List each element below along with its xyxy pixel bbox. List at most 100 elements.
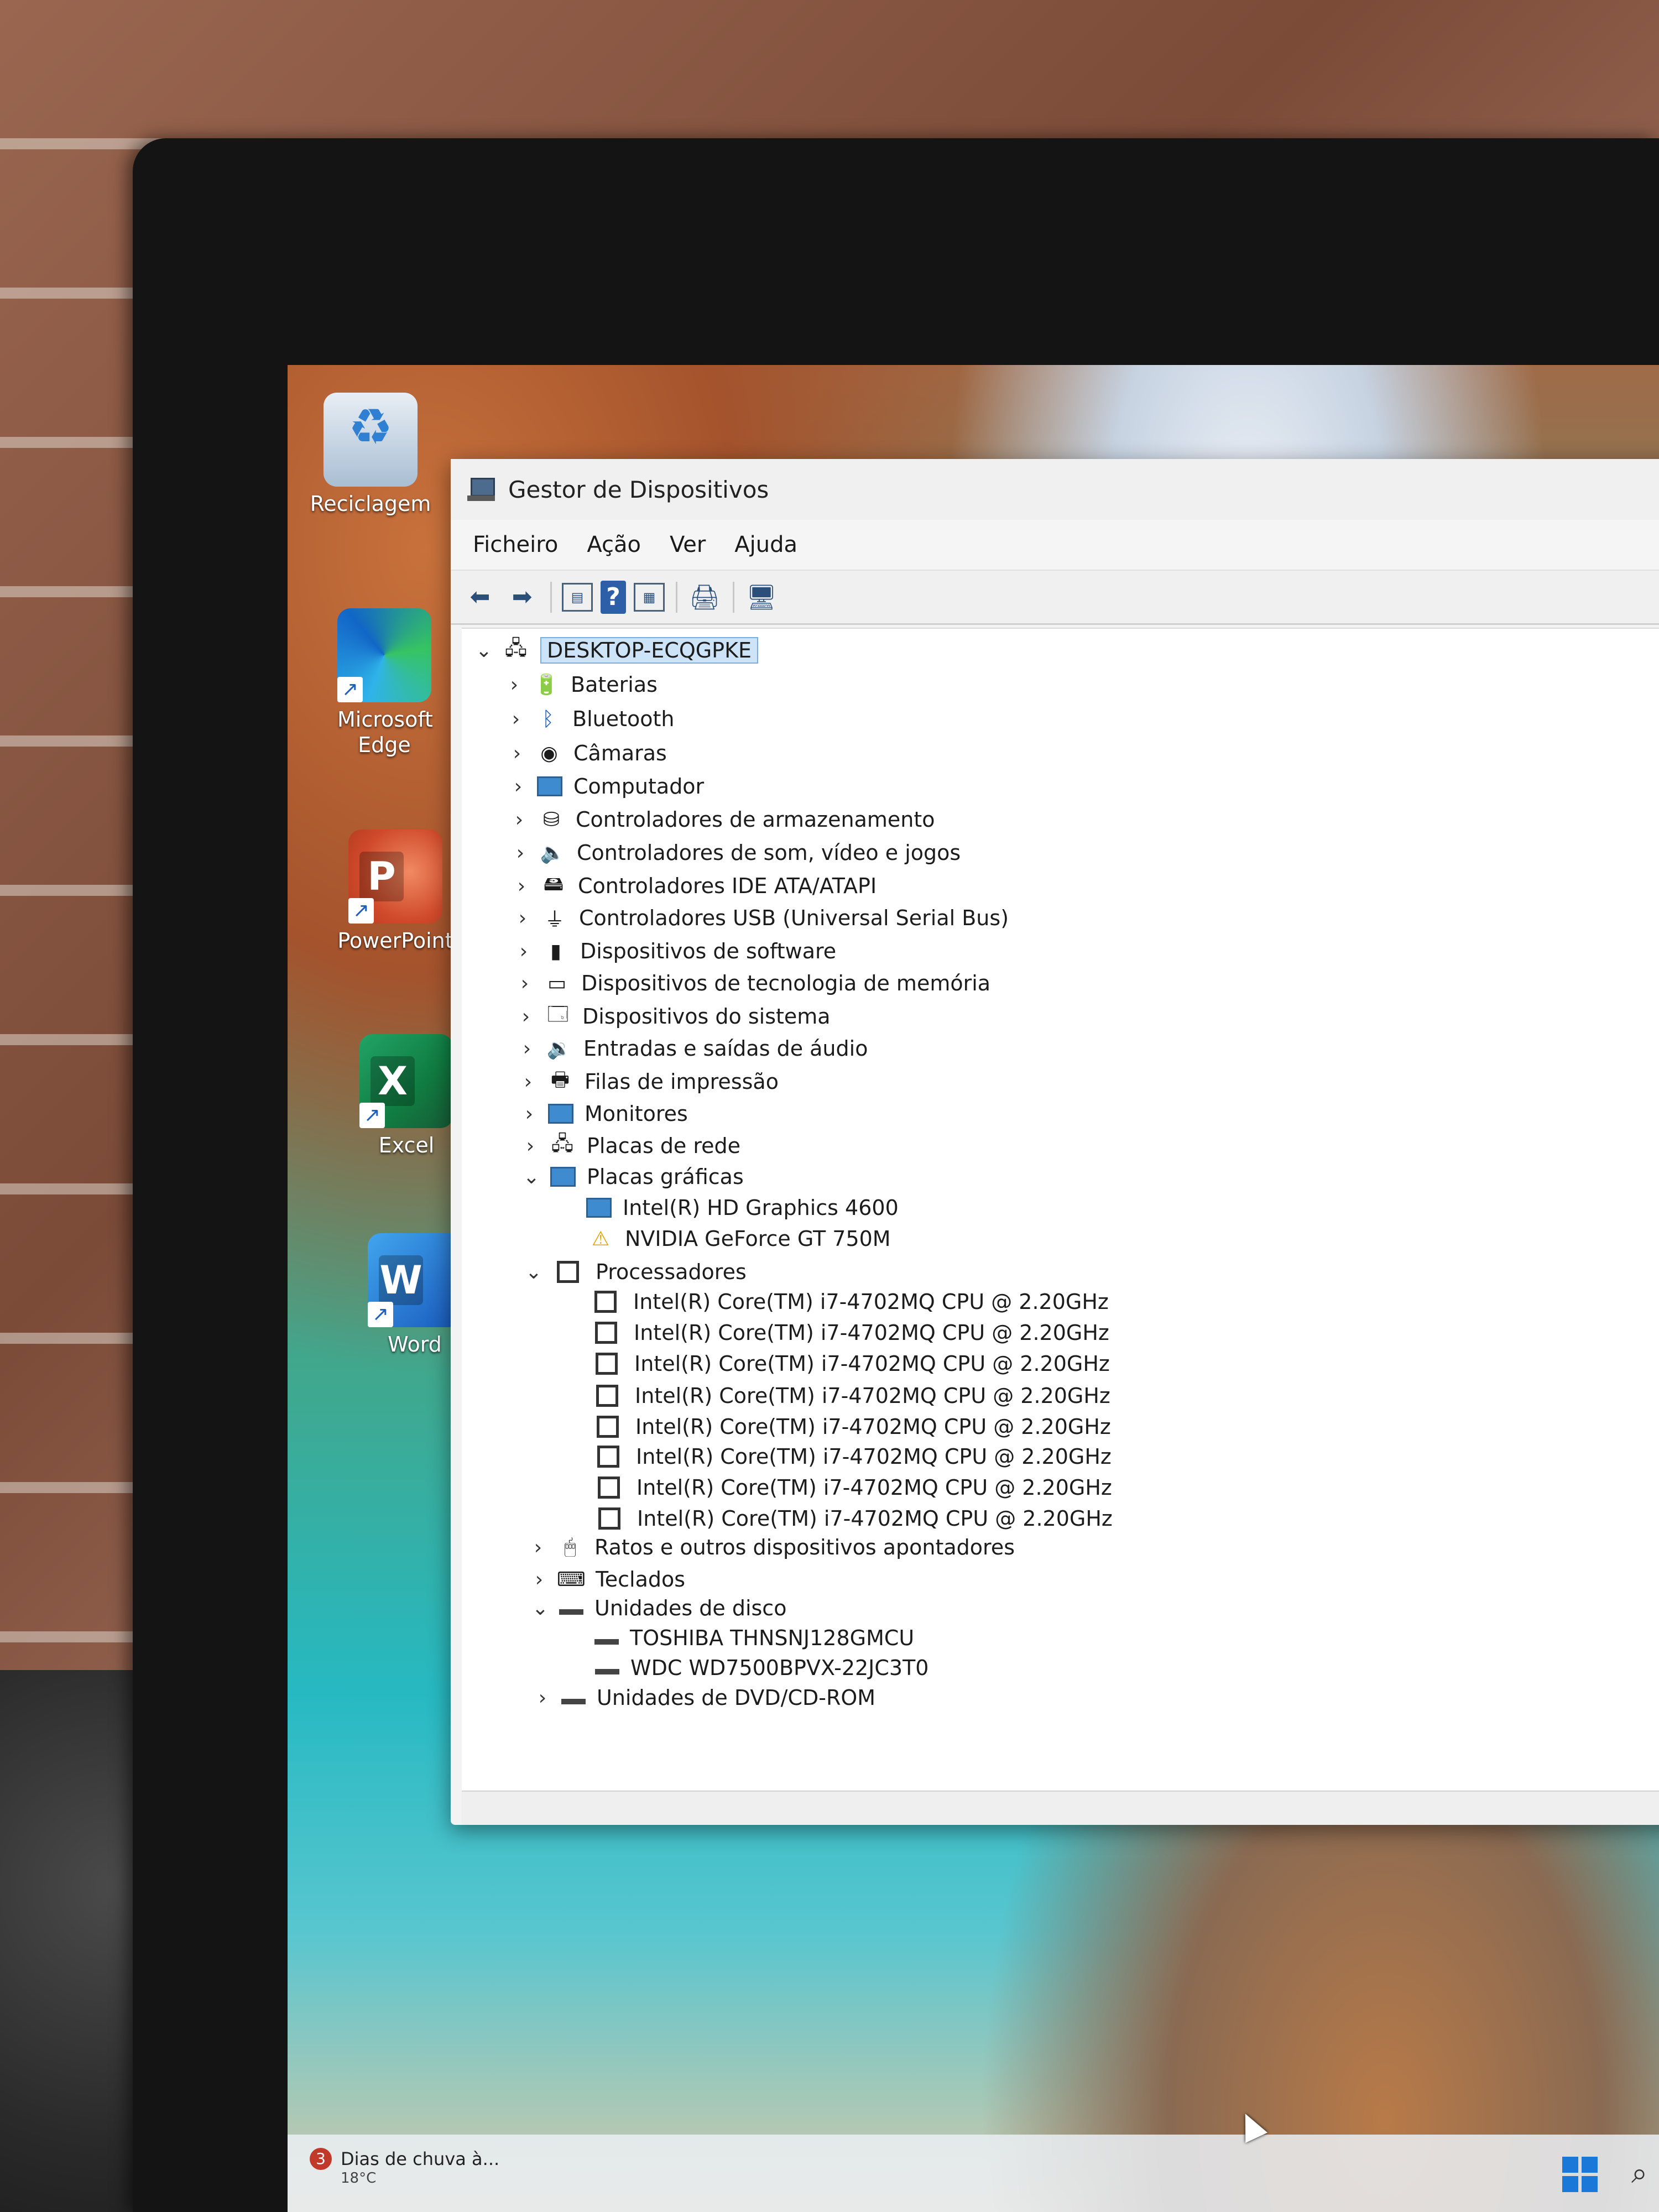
- category-sistema[interactable]: › 🗔 Dispositivos do sistema: [515, 1000, 831, 1032]
- arrow-left-icon[interactable]: ⬅: [463, 580, 497, 614]
- chevron-right-icon[interactable]: ›: [518, 1103, 540, 1125]
- device-label: TOSHIBA THNSNJ128GMCU: [630, 1626, 915, 1650]
- chevron-right-icon[interactable]: ›: [510, 875, 533, 898]
- category-label: Dispositivos de tecnologia de memória: [581, 971, 991, 995]
- category-label: Unidades de disco: [594, 1596, 787, 1620]
- desktop-icon-powerpoint[interactable]: P ↗ PowerPoint: [329, 830, 462, 953]
- chevron-right-icon[interactable]: ›: [507, 775, 529, 798]
- device-cpu-5[interactable]: Intel(R) Core(TM) i7-4702MQ CPU @ 2.20GH…: [592, 1411, 1111, 1443]
- chevron-right-icon[interactable]: ›: [531, 1687, 554, 1709]
- chevron-down-icon[interactable]: ⌄: [473, 639, 495, 662]
- help-icon[interactable]: ?: [601, 580, 626, 614]
- desktop-icon-recycle-bin[interactable]: ♻ Reciclagem: [304, 393, 437, 517]
- weather-text: Dias de chuva à...: [341, 2148, 500, 2169]
- category-memoria[interactable]: › ▭ Dispositivos de tecnologia de memória: [514, 967, 990, 999]
- toolbar-separator: [733, 581, 734, 613]
- desktop-icon-edge[interactable]: ↗ Microsoft Edge: [318, 608, 451, 758]
- category-software[interactable]: › ▮ Dispositivos de software: [513, 935, 836, 967]
- tree-root[interactable]: ⌄ 🖧 DESKTOP-ECQGPKE: [473, 634, 759, 666]
- device-label: Intel(R) Core(TM) i7-4702MQ CPU @ 2.20GH…: [633, 1290, 1109, 1314]
- scan-hardware-icon[interactable]: 🖥: [744, 580, 779, 614]
- device-graphics-intel[interactable]: Intel(R) HD Graphics 4600: [586, 1192, 899, 1224]
- device-label: NVIDIA GeForce GT 750M: [625, 1227, 891, 1251]
- chevron-right-icon[interactable]: ›: [512, 907, 534, 930]
- device-disk-wdc[interactable]: WDC WD7500BPVX-22JC3T0: [595, 1652, 928, 1684]
- category-computador[interactable]: › Computador: [507, 770, 704, 802]
- word-icon: W ↗: [368, 1233, 462, 1327]
- chevron-right-icon[interactable]: ›: [528, 1568, 550, 1591]
- device-cpu-7[interactable]: Intel(R) Core(TM) i7-4702MQ CPU @ 2.20GH…: [593, 1472, 1112, 1504]
- device-cpu-6[interactable]: Intel(R) Core(TM) i7-4702MQ CPU @ 2.20GH…: [593, 1441, 1112, 1473]
- chevron-right-icon[interactable]: ›: [513, 940, 535, 963]
- chevron-right-icon[interactable]: ›: [514, 972, 536, 995]
- chevron-down-icon[interactable]: ⌄: [520, 1166, 542, 1188]
- device-manager-window: Gestor de Dispositivos Ficheiro Ação Ver…: [451, 459, 1659, 1825]
- category-baterias[interactable]: › 🔋 Baterias: [503, 669, 658, 701]
- show-hide-console-tree-icon[interactable]: ▦: [634, 582, 665, 612]
- category-impressao[interactable]: › 🖶 Filas de impressão: [517, 1066, 779, 1098]
- device-cpu-4[interactable]: Intel(R) Core(TM) i7-4702MQ CPU @ 2.20GH…: [592, 1380, 1110, 1412]
- chevron-right-icon[interactable]: ›: [508, 808, 530, 831]
- device-cpu-3[interactable]: Intel(R) Core(TM) i7-4702MQ CPU @ 2.20GH…: [591, 1348, 1110, 1380]
- category-label: Bluetooth: [572, 707, 675, 731]
- menu-ficheiro[interactable]: Ficheiro: [473, 532, 558, 557]
- processor-icon: [598, 1507, 620, 1530]
- processor-icon: [594, 1291, 617, 1313]
- chevron-down-icon[interactable]: ⌄: [529, 1597, 551, 1620]
- menu-ajuda[interactable]: Ajuda: [734, 532, 797, 557]
- recycle-bin-icon: ♻: [324, 393, 418, 487]
- chevron-right-icon[interactable]: ›: [527, 1536, 549, 1559]
- category-dvd[interactable]: › Unidades de DVD/CD-ROM: [531, 1682, 875, 1714]
- chevron-right-icon[interactable]: ›: [516, 1037, 538, 1060]
- category-armazenamento[interactable]: › ⛁ Controladores de armazenamento: [508, 804, 935, 836]
- arrow-right-icon[interactable]: ➡: [505, 580, 539, 614]
- device-graphics-nvidia[interactable]: ⚠ NVIDIA GeForce GT 750M: [587, 1223, 891, 1255]
- title-bar[interactable]: Gestor de Dispositivos: [451, 459, 1659, 520]
- device-label: Intel(R) Core(TM) i7-4702MQ CPU @ 2.20GH…: [634, 1352, 1110, 1376]
- category-ide-ata[interactable]: › 🖴 Controladores IDE ATA/ATAPI: [510, 870, 877, 902]
- computer-icon: 🖧: [504, 637, 528, 660]
- display-adapter-icon: [550, 1167, 576, 1187]
- weather-widget[interactable]: 3 Dias de chuva à... 18°C: [310, 2148, 499, 2187]
- chevron-right-icon[interactable]: ›: [515, 1005, 537, 1028]
- chevron-right-icon[interactable]: ›: [509, 842, 531, 864]
- network-adapter-icon: 🖧: [551, 1132, 574, 1155]
- category-audio-io[interactable]: › 🔉 Entradas e saídas de áudio: [516, 1032, 868, 1065]
- category-processadores[interactable]: ⌄ Processadores: [523, 1256, 747, 1288]
- disk-drive-icon: [595, 1669, 619, 1674]
- category-bluetooth[interactable]: › ᛒ Bluetooth: [505, 703, 675, 735]
- properties-view-icon[interactable]: ▤: [562, 582, 593, 612]
- category-monitores[interactable]: › Monitores: [518, 1098, 688, 1130]
- category-unidades-disco[interactable]: ⌄ Unidades de disco: [529, 1592, 787, 1624]
- root-label: DESKTOP-ECQGPKE: [540, 637, 759, 664]
- windows-start-icon[interactable]: [1562, 2157, 1598, 2192]
- weather-badge: 3: [310, 2148, 332, 2170]
- device-disk-toshiba[interactable]: TOSHIBA THNSNJ128GMCU: [594, 1622, 914, 1654]
- category-ratos[interactable]: › 🖱 Ratos e outros dispositivos apontadore…: [527, 1531, 1015, 1563]
- device-cpu-8[interactable]: Intel(R) Core(TM) i7-4702MQ CPU @ 2.20GH…: [594, 1503, 1113, 1535]
- chevron-right-icon[interactable]: ›: [517, 1071, 539, 1093]
- processor-icon: [598, 1477, 620, 1499]
- menu-ver[interactable]: Ver: [670, 532, 706, 557]
- chevron-down-icon[interactable]: ⌄: [523, 1261, 545, 1284]
- update-driver-icon[interactable]: 🖨: [687, 580, 722, 614]
- monitor-icon: [548, 1104, 573, 1124]
- category-camaras[interactable]: › ◉ Câmaras: [506, 737, 667, 769]
- category-usb[interactable]: › ⏚ Controladores USB (Universal Serial Bu…: [512, 902, 1009, 934]
- memory-device-icon: ▭: [547, 972, 566, 995]
- category-placas-graficas[interactable]: ⌄ Placas gráficas: [520, 1161, 744, 1193]
- chevron-right-icon[interactable]: ›: [505, 708, 527, 731]
- category-rede[interactable]: › 🖧 Placas de rede: [519, 1130, 740, 1162]
- device-cpu-2[interactable]: Intel(R) Core(TM) i7-4702MQ CPU @ 2.20GH…: [591, 1317, 1109, 1349]
- chevron-right-icon[interactable]: ›: [519, 1135, 541, 1157]
- category-som-video-jogos[interactable]: › 🔈 Controladores de som, vídeo e jogos: [509, 837, 961, 869]
- category-teclados[interactable]: › ⌨ Teclados: [528, 1563, 685, 1595]
- window-title: Gestor de Dispositivos: [508, 476, 769, 503]
- device-cpu-1[interactable]: Intel(R) Core(TM) i7-4702MQ CPU @ 2.20GH…: [590, 1286, 1109, 1318]
- chevron-right-icon[interactable]: ›: [506, 742, 528, 765]
- menu-acao[interactable]: Ação: [587, 532, 641, 557]
- system-device-icon: 🗔: [547, 1003, 569, 1026]
- chevron-right-icon[interactable]: ›: [503, 674, 525, 696]
- camera-icon: ◉: [540, 742, 558, 765]
- search-icon[interactable]: ⌕: [1631, 2157, 1647, 2190]
